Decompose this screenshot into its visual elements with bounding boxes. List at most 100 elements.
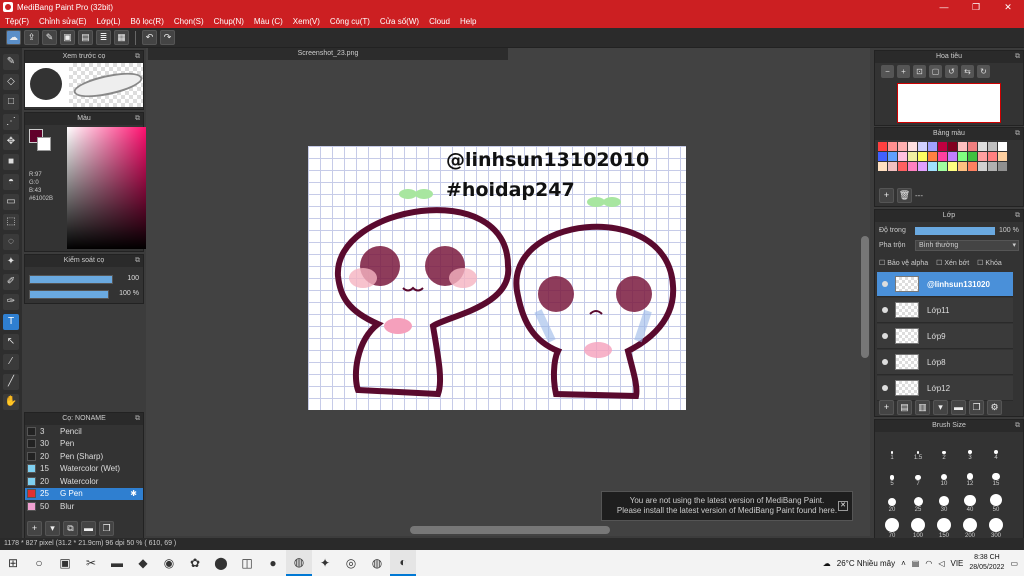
camera-icon[interactable]: ◫ [234,550,260,576]
folder-icon[interactable]: ▬ [81,521,96,536]
menu-select[interactable]: Chọn(S) [169,17,209,26]
bucket-tool-icon[interactable]: ◓ [3,174,19,190]
menu-tools[interactable]: Công cụ(T) [325,17,375,26]
app-icon-6[interactable]: ✿ [182,550,208,576]
rotate-left-icon[interactable]: ↺ [945,65,958,78]
palette-swatch[interactable] [978,142,987,151]
palette-swatch[interactable] [938,162,947,171]
move-tool-icon[interactable]: ✥ [3,134,19,150]
pin-icon[interactable]: ⧉ [135,413,140,425]
clipping-checkbox[interactable]: ☐ Xén bớt [936,259,969,267]
app-icon-4[interactable]: ◆ [130,550,156,576]
layer-settings-icon[interactable]: ⚙ [987,400,1002,415]
new-8bit-layer-icon[interactable]: ▤ [897,400,912,415]
app-icon-2[interactable]: ✂ [78,550,104,576]
palette-swatch[interactable] [968,142,977,151]
windows-start-icon[interactable]: ⊞ [0,550,26,576]
palette-swatch[interactable] [928,152,937,161]
menu-file[interactable]: Tệp(F) [0,17,34,26]
select-pen-icon[interactable]: ✐ [3,274,19,290]
divide-tool-icon[interactable]: ╱ [3,374,19,390]
lock-checkbox[interactable]: ☐ Khóa [977,259,1002,267]
menu-filter[interactable]: Bộ lọc(R) [126,17,169,26]
clock[interactable]: 8:38 CH 28/05/2022 [969,553,1004,573]
fit-icon[interactable]: ⊡ [913,65,926,78]
dot-tool-icon[interactable]: ⋰ [3,114,19,130]
eraser-tool-icon[interactable]: ◇ [3,74,19,90]
select-eraser-icon[interactable]: ✑ [3,294,19,310]
palette-swatch[interactable] [968,162,977,171]
palette-swatch[interactable] [988,142,997,151]
palette-swatch[interactable] [988,162,997,171]
palette-swatch[interactable] [928,162,937,171]
visibility-eye-icon[interactable] [882,333,888,339]
menu-edit[interactable]: Chỉnh sửa(E) [34,17,92,26]
app-icon-9[interactable]: ◎ [338,550,364,576]
pin-icon[interactable]: ⧉ [1015,210,1020,222]
brush-size-option[interactable]: 100 [905,514,931,539]
palette-swatch[interactable] [908,142,917,151]
visibility-eye-icon[interactable] [882,385,888,391]
palette-swatch[interactable] [918,162,927,171]
pin-icon[interactable]: ⧉ [1015,128,1020,140]
zoom-in-icon[interactable]: + [897,65,910,78]
menu-snap[interactable]: Chụp(N) [209,17,249,26]
duplicate-layer-icon[interactable]: ❐ [969,400,984,415]
layer-item[interactable]: Lớp11 [877,298,1013,323]
notification-icon[interactable]: ▭ [1010,559,1018,568]
app-icon-5[interactable]: ◉ [156,550,182,576]
app-icon-1[interactable]: ▣ [52,550,78,576]
chevron-up-icon[interactable]: ˄ [901,559,906,568]
palette-swatch[interactable] [968,152,977,161]
palette-swatch[interactable] [948,152,957,161]
notification-close-button[interactable]: ✕ [838,501,848,511]
image-icon[interactable]: ▣ [60,30,75,45]
add-brush-menu-icon[interactable]: ▾ [45,521,60,536]
add-color-icon[interactable]: + [879,188,894,203]
brush-size-option[interactable]: 70 [879,514,905,539]
layer-opacity-slider[interactable] [915,227,995,235]
text-tool-icon[interactable]: T [3,314,19,330]
brush-size-option[interactable]: 40 [957,488,983,513]
flip-icon[interactable]: ⇆ [961,65,974,78]
brush-size-option[interactable]: 25 [905,488,931,513]
palette-swatch[interactable] [998,142,1007,151]
wifi-icon[interactable]: ◠ [925,559,932,568]
material-icon[interactable]: ▤ [78,30,93,45]
palette-swatch[interactable] [898,152,907,161]
brush-size-option[interactable]: 10 [931,462,957,487]
lasso-tool-icon[interactable]: ◌ [3,234,19,250]
redo-icon[interactable]: ↷ [160,30,175,45]
add-brush-icon[interactable]: + [27,521,42,536]
brush-tool-icon[interactable]: ✎ [3,54,19,70]
brush-size-option[interactable]: 300 [983,514,1009,539]
visibility-eye-icon[interactable] [882,359,888,365]
protect-alpha-checkbox[interactable]: ☐ Bảo vệ alpha [879,259,928,267]
delete-color-icon[interactable]: 🗑 [897,188,912,203]
minimize-button[interactable]: — [928,0,960,14]
palette-swatch[interactable] [908,162,917,171]
palette-swatch[interactable] [938,152,947,161]
blend-mode-select[interactable]: Bình thường ▾ [915,240,1019,251]
palette-swatch[interactable] [918,152,927,161]
search-icon[interactable]: ○ [26,550,52,576]
new-layer-icon[interactable]: + [879,400,894,415]
app-icon-3[interactable]: ▬ [104,550,130,576]
layer-item-selected[interactable]: @linhsun131020 [877,272,1013,297]
document-tab[interactable]: Screenshot_23.png [148,48,508,60]
palette-swatch[interactable] [948,142,957,151]
secondary-color-swatch[interactable] [37,137,51,151]
weather-icon[interactable]: ☁ [823,559,831,568]
add-layer-menu-icon[interactable]: ▾ [933,400,948,415]
medibang-taskbar-icon[interactable]: ◐ [390,550,416,576]
palette-swatch[interactable] [908,152,917,161]
notification-line-2[interactable]: Please install the latest version of Med… [602,506,852,516]
brush-size-option[interactable]: 150 [931,514,957,539]
layer-folder-icon[interactable]: ▬ [951,400,966,415]
undo-icon[interactable]: ↶ [142,30,157,45]
fill-rect-tool-icon[interactable]: ■ [3,154,19,170]
brush-size-option[interactable]: 200 [957,514,983,539]
list-icon[interactable]: ≣ [96,30,111,45]
palette-swatch[interactable] [888,142,897,151]
layer-item[interactable]: Lớp12 [877,376,1013,401]
